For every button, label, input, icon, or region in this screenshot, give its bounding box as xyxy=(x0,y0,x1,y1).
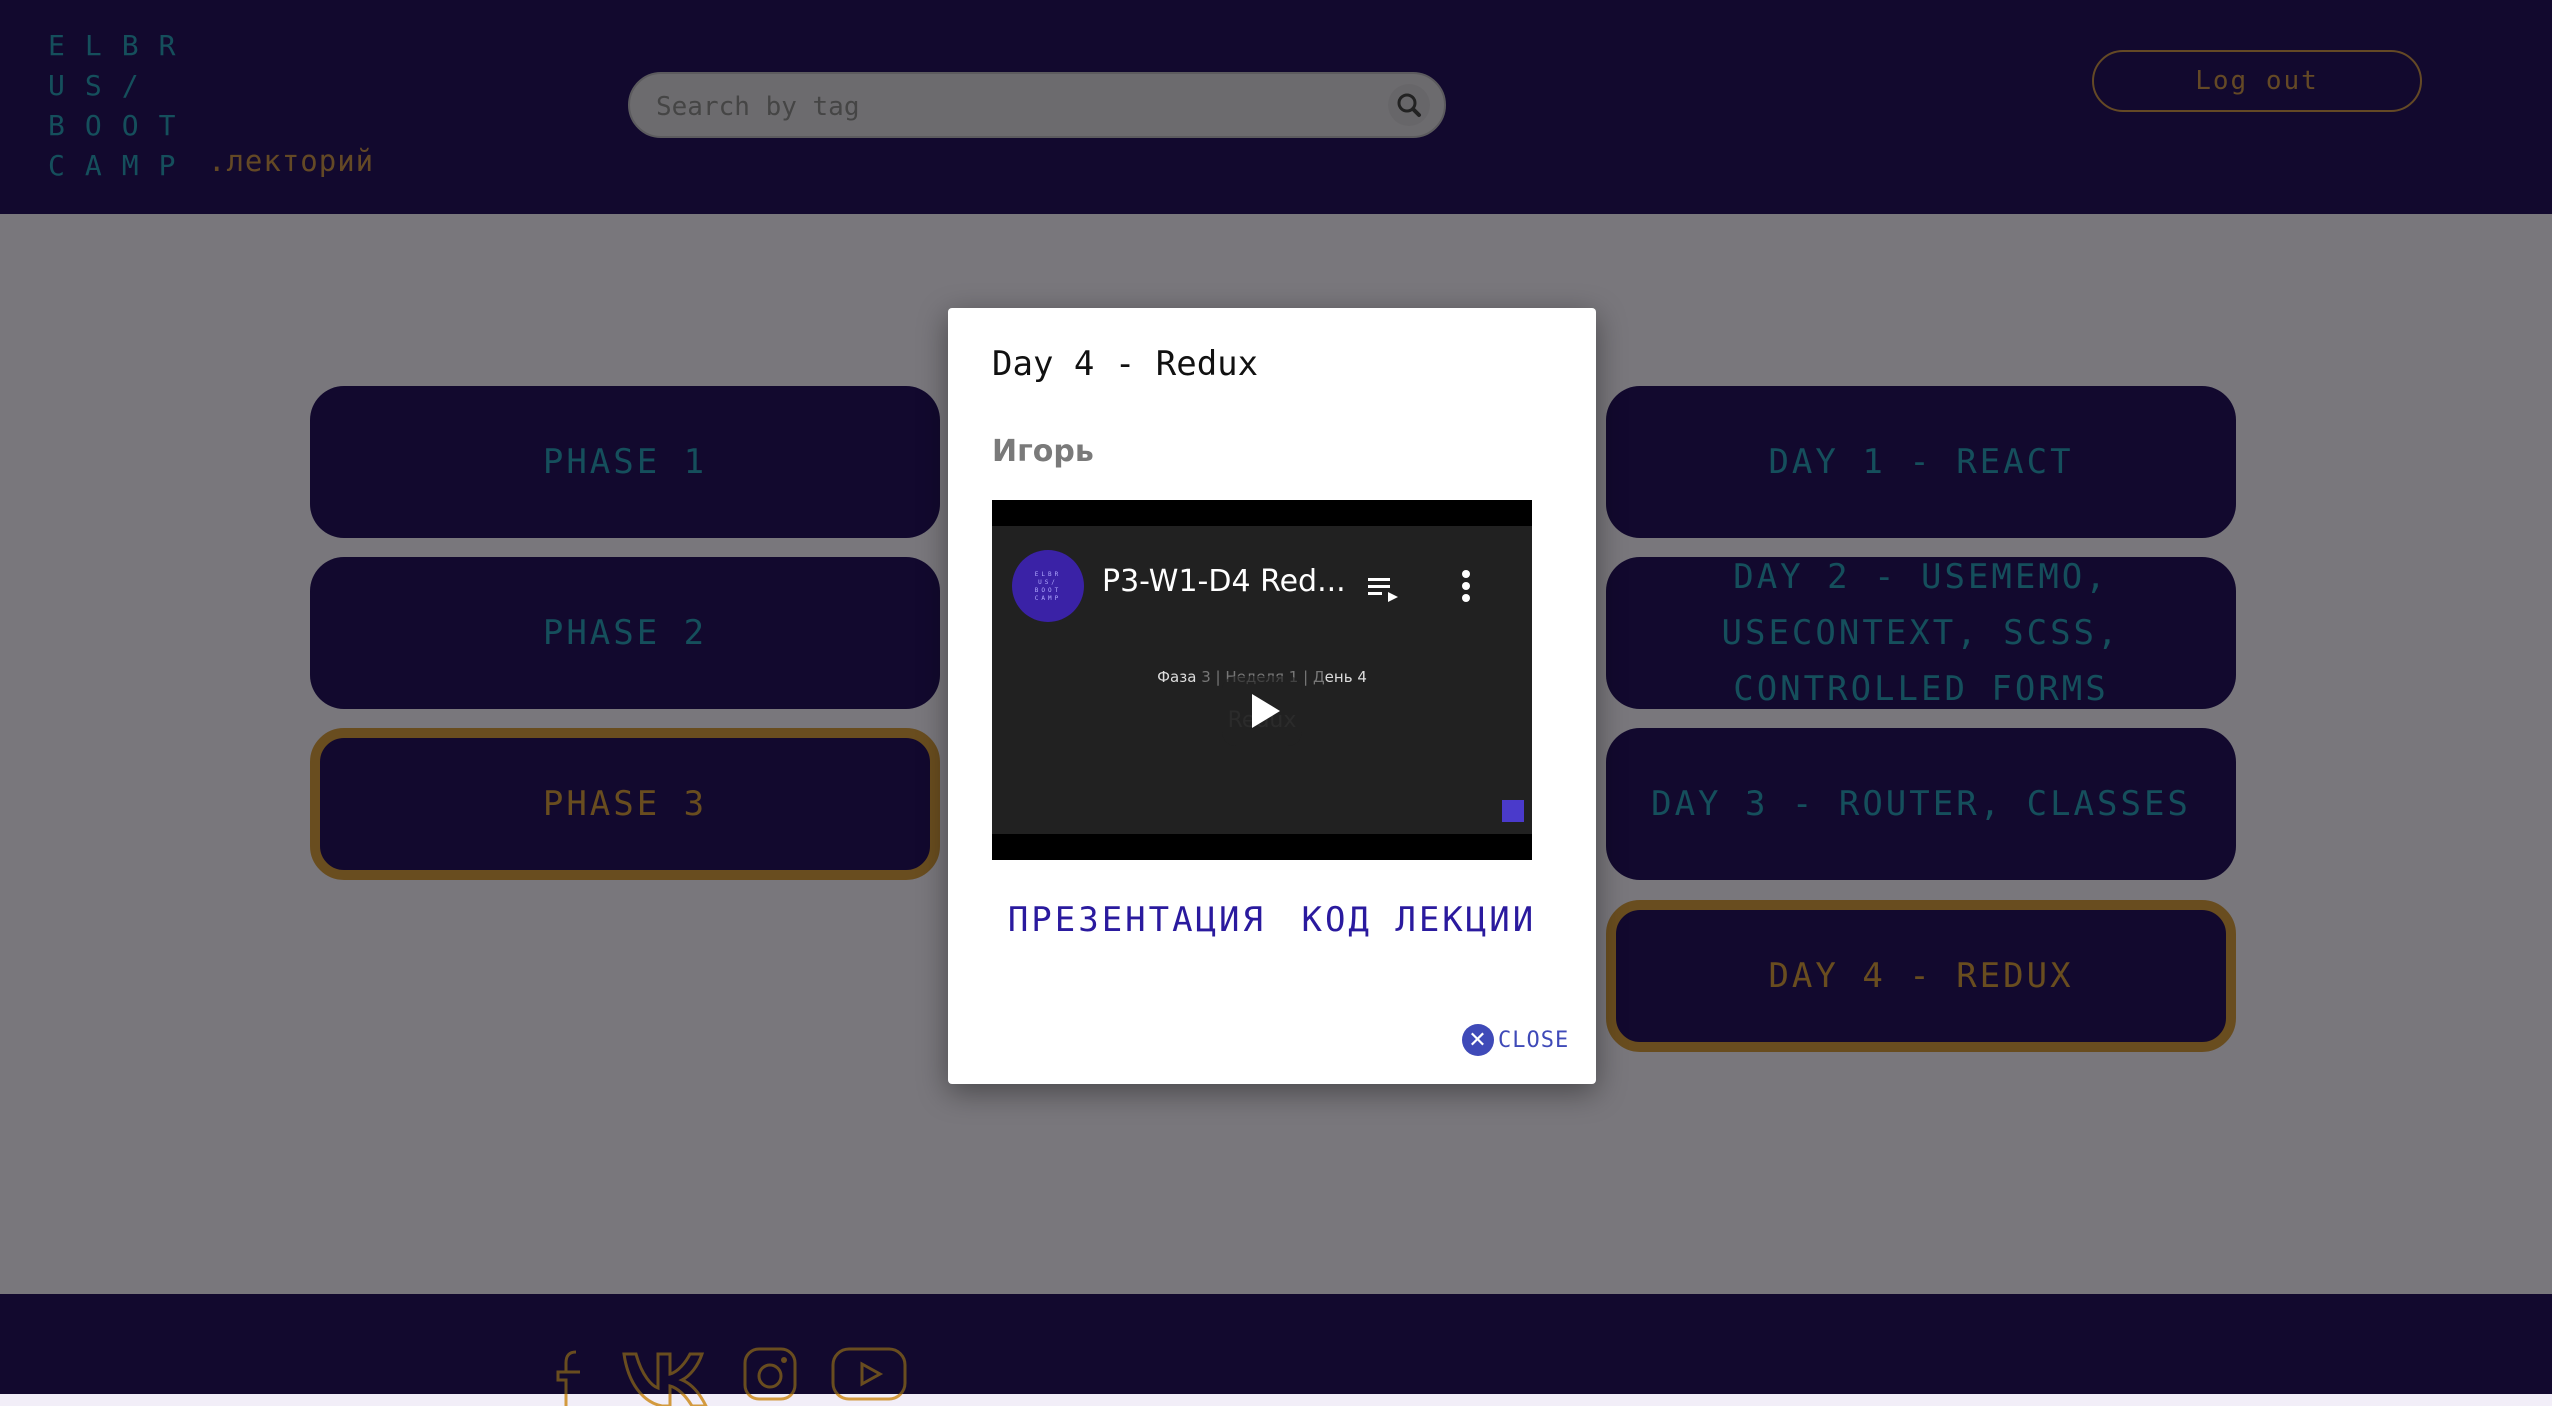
video-subtitle-suffix: ень 4 xyxy=(1324,668,1367,686)
modal-links: ПРЕЗЕНТАЦИЯ КОД ЛЕКЦИИ xyxy=(948,900,1596,940)
video-grid-icon xyxy=(1502,800,1524,822)
more-options-icon[interactable] xyxy=(1458,566,1474,606)
play-icon[interactable] xyxy=(1222,676,1302,746)
lecture-code-link[interactable]: КОД ЛЕКЦИИ xyxy=(1301,900,1536,940)
channel-avatar[interactable]: ELBR US/ BOOT CAMP xyxy=(1012,550,1084,622)
close-icon: ✕ xyxy=(1462,1024,1494,1056)
playlist-icon[interactable] xyxy=(1366,570,1402,606)
channel-logo-icon: ELBR US/ BOOT CAMP xyxy=(1035,571,1061,602)
lecture-modal: Day 4 - Redux Игорь ELBR US/ BOOT CAMP P… xyxy=(948,308,1596,1084)
svg-text:CAMP: CAMP xyxy=(1035,595,1061,602)
presentation-link[interactable]: ПРЕЗЕНТАЦИЯ xyxy=(1008,900,1266,940)
modal-title: Day 4 - Redux xyxy=(992,344,1259,384)
video-frame: ELBR US/ BOOT CAMP P3-W1-D4 Red... Фаза … xyxy=(992,526,1532,834)
close-label: CLOSE xyxy=(1498,1027,1570,1053)
svg-text:ELBR: ELBR xyxy=(1035,571,1061,578)
close-button[interactable]: ✕ CLOSE xyxy=(1462,1024,1569,1056)
video-subtitle-prefix: Фаза xyxy=(1157,668,1202,686)
svg-text:US/: US/ xyxy=(1038,579,1058,586)
lecture-author: Игорь xyxy=(992,434,1094,469)
video-player[interactable]: ELBR US/ BOOT CAMP P3-W1-D4 Red... Фаза … xyxy=(992,500,1532,860)
svg-text:BOOT: BOOT xyxy=(1035,587,1061,594)
video-title[interactable]: P3-W1-D4 Red... xyxy=(1102,564,1346,599)
